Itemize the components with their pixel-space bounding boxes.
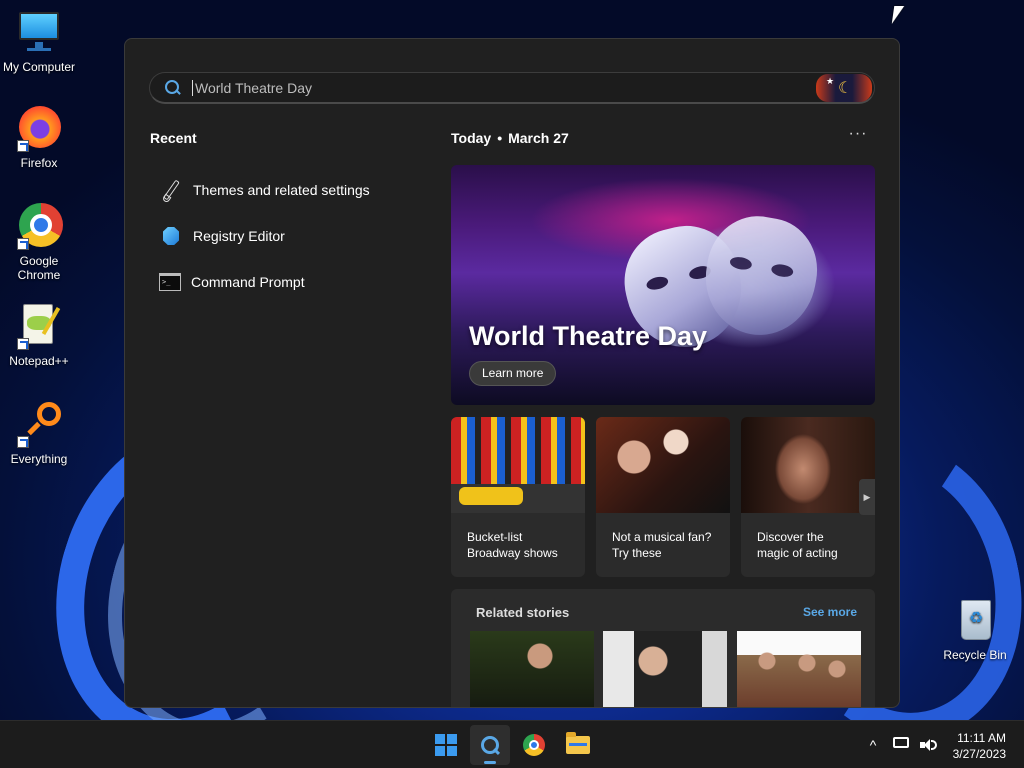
today-heading: Today • March 27: [451, 130, 569, 146]
notepad-plus-plus-icon: [15, 302, 63, 350]
cards-next-button[interactable]: ▶: [859, 479, 875, 515]
desktop-icon-recycle-bin[interactable]: ♻ Recycle Bin: [936, 596, 1014, 662]
start-button[interactable]: [426, 725, 466, 765]
story-card-line: Not a musical fan?: [612, 530, 712, 544]
related-story-image[interactable]: [737, 631, 861, 707]
recent-item-themes[interactable]: Themes and related settings: [159, 167, 370, 213]
system-tray: ^: [856, 721, 940, 768]
shortcut-arrow-icon: [17, 238, 29, 250]
desktop-icon-label: My Computer: [2, 60, 76, 74]
taskbar-chrome-button[interactable]: [514, 725, 554, 765]
registry-icon: [159, 224, 183, 248]
learn-more-button[interactable]: Learn more: [469, 361, 557, 386]
taskbar-clock[interactable]: 11:11 AM 3/27/2023: [953, 730, 1006, 762]
desktop-icon-label: Recycle Bin: [943, 648, 1007, 662]
desktop-icon-everything[interactable]: Everything: [0, 400, 78, 466]
clock-date: 3/27/2023: [952, 747, 1006, 761]
recent-item-command-prompt[interactable]: Command Prompt: [159, 259, 370, 305]
search-highlight-doodle-icon[interactable]: [816, 73, 872, 102]
clock-time: 11:11 AM: [957, 731, 1006, 745]
mouse-cursor-icon: [891, 6, 905, 24]
windows-logo-icon: [435, 734, 457, 756]
desktop-icon-label: Firefox: [20, 156, 58, 170]
search-icon: [480, 735, 500, 755]
hero-card[interactable]: World Theatre Day Learn more: [451, 165, 875, 405]
folder-icon: [566, 732, 590, 754]
story-card-caption: Not a musical fan? Try these: [596, 513, 730, 561]
today-label: Today: [451, 130, 492, 146]
recent-heading: Recent: [150, 130, 197, 146]
cmd-icon: [159, 273, 181, 291]
today-date: March 27: [508, 130, 569, 146]
story-card-image: [596, 417, 730, 513]
desktop-icon-google-chrome[interactable]: Google Chrome: [0, 202, 78, 282]
related-stories-section: Related stories See more: [451, 589, 875, 707]
hero-title: World Theatre Day: [469, 321, 708, 351]
search-input[interactable]: [192, 79, 816, 96]
recent-item-label: Registry Editor: [193, 228, 285, 244]
chrome-icon: [15, 202, 63, 250]
everything-search-icon: [15, 400, 63, 448]
more-options-button[interactable]: ···: [847, 126, 869, 147]
story-card-line: Discover the: [757, 530, 824, 544]
brush-icon: [159, 178, 183, 202]
search-icon: [164, 79, 182, 97]
taskbar-search-button[interactable]: [470, 725, 510, 765]
network-icon[interactable]: [890, 734, 912, 756]
chrome-icon: [523, 734, 545, 756]
story-card-line: Bucket-list: [467, 530, 523, 544]
recycle-bin-icon: ♻: [951, 596, 999, 644]
story-card-image: [451, 417, 585, 513]
related-story-image[interactable]: [470, 631, 594, 707]
story-card-image: [741, 417, 875, 513]
chevron-up-icon[interactable]: ^: [862, 734, 884, 756]
shortcut-arrow-icon: [17, 436, 29, 448]
today-separator: •: [497, 130, 503, 146]
recent-list: Themes and related settings Registry Edi…: [159, 167, 370, 305]
desktop-icon-firefox[interactable]: Firefox: [0, 104, 78, 170]
shortcut-arrow-icon: [17, 140, 29, 152]
related-stories-heading: Related stories: [476, 605, 570, 620]
recent-item-label: Themes and related settings: [193, 182, 370, 198]
story-card[interactable]: Discover the magic of acting: [741, 417, 875, 577]
monitor-icon: [15, 8, 63, 56]
desktop-icon-label: Notepad++: [9, 354, 69, 368]
search-box[interactable]: [149, 72, 875, 104]
search-panel: Recent Themes and related settings Regis…: [124, 38, 900, 708]
see-more-link[interactable]: See more: [803, 605, 857, 619]
story-cards: Bucket-list Broadway shows Not a musical…: [451, 417, 875, 577]
desktop-icon-label: Google Chrome: [17, 254, 61, 282]
story-card-line: Try these: [612, 546, 662, 560]
desktop-icon-my-computer[interactable]: My Computer: [0, 8, 78, 74]
recent-item-label: Command Prompt: [191, 274, 305, 290]
desktop-icon-label: Everything: [10, 452, 68, 466]
taskbar: ^ 11:11 AM 3/27/2023: [0, 720, 1024, 768]
recent-item-registry-editor[interactable]: Registry Editor: [159, 213, 370, 259]
story-card[interactable]: Bucket-list Broadway shows: [451, 417, 585, 577]
story-card-caption: Discover the magic of acting: [741, 513, 875, 561]
related-story-image[interactable]: [603, 631, 727, 707]
story-card-caption: Bucket-list Broadway shows: [451, 513, 585, 561]
story-card[interactable]: Not a musical fan? Try these: [596, 417, 730, 577]
story-card-line: magic of acting: [757, 546, 838, 560]
shortcut-arrow-icon: [17, 338, 29, 350]
story-card-line: Broadway shows: [467, 546, 558, 560]
taskbar-file-explorer-button[interactable]: [558, 725, 598, 765]
volume-icon[interactable]: [918, 734, 940, 756]
firefox-icon: [15, 104, 63, 152]
desktop-icon-notepad-plus-plus[interactable]: Notepad++: [0, 302, 78, 368]
